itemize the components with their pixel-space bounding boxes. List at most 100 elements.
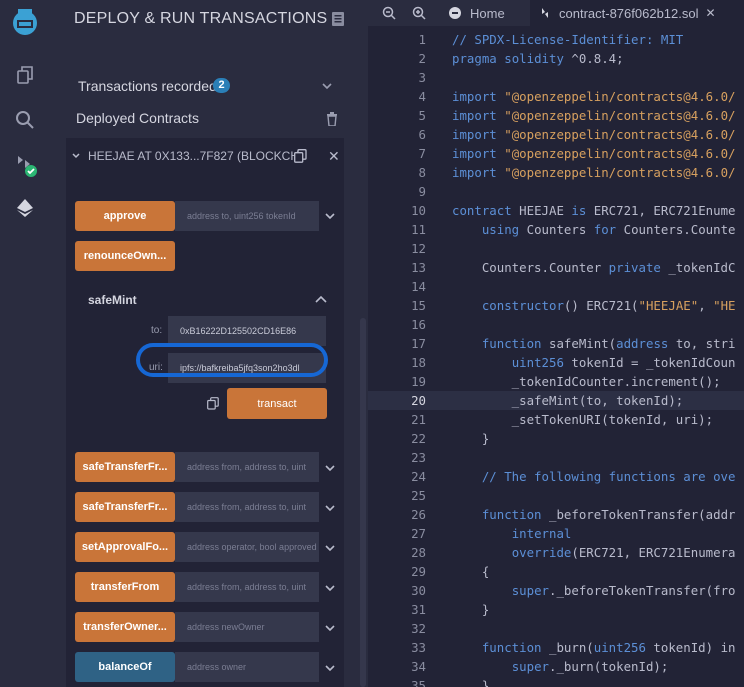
solidity-compiler-icon[interactable]	[0, 145, 50, 185]
chevron-down-icon[interactable]	[325, 504, 335, 512]
transfer-from-button[interactable]: transferFrom	[75, 572, 175, 602]
code-line[interactable]: 4 import "@openzeppelin/contracts@4.6.0/	[368, 87, 744, 106]
transactions-recorded-label[interactable]: Transactions recorded	[78, 78, 217, 94]
renounce-ownership-button[interactable]: renounceOwn...	[75, 241, 175, 271]
chevron-down-icon[interactable]	[325, 544, 335, 552]
code-line[interactable]: 5 import "@openzeppelin/contracts@4.6.0/	[368, 106, 744, 125]
code-line[interactable]: 33 function _burn(uint256 tokenId) in	[368, 638, 744, 657]
code-line[interactable]: 13 Counters.Counter private _tokenIdC	[368, 258, 744, 277]
chevron-down-icon[interactable]	[72, 152, 80, 160]
code-line[interactable]: 30 super._beforeTokenTransfer(fro	[368, 581, 744, 600]
close-tab-icon[interactable]: ✕	[705, 6, 715, 20]
code-line[interactable]: 7 import "@openzeppelin/contracts@4.6.0/	[368, 144, 744, 163]
line-number: 8	[418, 165, 426, 180]
code-line[interactable]: 12	[368, 239, 744, 258]
code-line[interactable]: 9	[368, 182, 744, 201]
code-line[interactable]: 24 // The following functions are ove	[368, 467, 744, 486]
chevron-down-icon[interactable]	[325, 624, 335, 632]
code-line[interactable]: 22 }	[368, 429, 744, 448]
chevron-down-icon[interactable]	[325, 664, 335, 672]
code-text: }	[452, 431, 490, 446]
code-line[interactable]: 29 {	[368, 562, 744, 581]
balance-of-input[interactable]: address owner	[175, 652, 319, 682]
safe-transfer-from-input[interactable]: address from, address to, uint	[175, 492, 319, 522]
safe-transfer-from-input[interactable]: address from, address to, uint	[175, 452, 319, 482]
code-text: }	[452, 602, 490, 617]
code-line[interactable]: 32	[368, 619, 744, 638]
code-line[interactable]: 1 // SPDX-License-Identifier: MIT	[368, 30, 744, 49]
transfer-from-input[interactable]: address from, address to, uint	[175, 572, 319, 602]
code-text: _tokenIdCounter.increment();	[452, 374, 721, 389]
close-icon[interactable]: ✕	[328, 148, 340, 165]
code-line[interactable]: 21 _setTokenURI(tokenId, uri);	[368, 410, 744, 429]
tab-contract-file[interactable]: contract-876f062b12.sol ✕	[530, 0, 744, 26]
set-approval-for-all-button[interactable]: setApprovalFo...	[75, 532, 175, 562]
zoom-in-icon[interactable]	[412, 6, 426, 20]
code-line[interactable]: 23	[368, 448, 744, 467]
safe-transfer-from-button[interactable]: safeTransferFr...	[75, 492, 175, 522]
code-line[interactable]: 11 using Counters for Counters.Counte	[368, 220, 744, 239]
code-line[interactable]: 2 pragma solidity ^0.8.4;	[368, 49, 744, 68]
code-line[interactable]: 35 }	[368, 676, 744, 687]
code-line[interactable]: 8 import "@openzeppelin/contracts@4.6.0/	[368, 163, 744, 182]
line-number: 26	[411, 507, 426, 522]
approve-input[interactable]: address to, uint256 tokenId	[175, 201, 319, 231]
tab-home[interactable]: Home	[440, 0, 530, 26]
transact-button[interactable]: transact	[227, 388, 327, 419]
line-number: 19	[411, 374, 426, 389]
code-line[interactable]: 25	[368, 486, 744, 505]
line-number: 32	[411, 621, 426, 636]
code-line[interactable]: 16	[368, 315, 744, 334]
to-field[interactable]: 0xB16222D125502CD16E86	[168, 316, 326, 346]
contract-name: HEEJAE AT 0X133...7F827 (BLOCKCH	[88, 149, 299, 163]
copy-icon[interactable]	[207, 397, 219, 410]
code-line[interactable]: 34 super._burn(tokenId);	[368, 657, 744, 676]
search-icon[interactable]	[0, 100, 50, 140]
zoom-out-icon[interactable]	[382, 6, 396, 20]
file-explorer-icon[interactable]	[0, 55, 50, 95]
code-line[interactable]: 17 function safeMint(address to, stri	[368, 334, 744, 353]
chevron-down-icon[interactable]	[322, 82, 332, 90]
chevron-down-icon[interactable]	[325, 464, 335, 472]
scrollbar[interactable]	[360, 318, 366, 687]
code-line[interactable]: 19 _tokenIdCounter.increment();	[368, 372, 744, 391]
transfer-ownership-input[interactable]: address newOwner	[175, 612, 319, 642]
code-line[interactable]: 15 constructor() ERC721("HEEJAE", "HE	[368, 296, 744, 315]
balance-of-button[interactable]: balanceOf	[75, 652, 175, 682]
code-line[interactable]: 18 uint256 tokenId = _tokenIdCoun	[368, 353, 744, 372]
line-number: 14	[411, 279, 426, 294]
code-line[interactable]: 26 function _beforeTokenTransfer(addr	[368, 505, 744, 524]
chevron-down-icon[interactable]	[325, 584, 335, 592]
code-line[interactable]: 14	[368, 277, 744, 296]
code-text: uint256 tokenId = _tokenIdCoun	[511, 355, 736, 370]
line-number: 35	[411, 678, 426, 687]
transfer-ownership-button[interactable]: transferOwner...	[75, 612, 175, 642]
code-line[interactable]: 10 contract HEEJAE is ERC721, ERC721Enume	[368, 201, 744, 220]
documentation-icon[interactable]	[332, 12, 344, 26]
remix-logo-icon[interactable]	[0, 2, 50, 42]
code-line[interactable]: 31 }	[368, 600, 744, 619]
code-line[interactable]: 6 import "@openzeppelin/contracts@4.6.0/	[368, 125, 744, 144]
chevron-up-icon[interactable]	[315, 296, 327, 304]
trash-icon[interactable]	[326, 112, 338, 126]
code-line[interactable]: 3	[368, 68, 744, 87]
code-line[interactable]: 28 override(ERC721, ERC721Enumera	[368, 543, 744, 562]
set-approval-for-all-input[interactable]: address operator, bool approved	[175, 532, 319, 562]
line-number: 20	[411, 393, 426, 408]
line-number: 23	[411, 450, 426, 465]
code-text: {	[452, 564, 490, 579]
approve-button[interactable]: approve	[75, 201, 175, 231]
deploy-run-icon[interactable]	[0, 188, 50, 228]
copy-icon[interactable]	[294, 149, 307, 163]
line-number: 2	[418, 51, 426, 66]
code-text: import "@openzeppelin/contracts@4.6.0/	[452, 146, 736, 161]
code-line[interactable]: 27 internal	[368, 524, 744, 543]
line-number: 22	[411, 431, 426, 446]
deployed-contracts-label: Deployed Contracts	[76, 110, 199, 126]
line-number: 28	[411, 545, 426, 560]
code-line[interactable]: 20 _safeMint(to, tokenId);	[368, 391, 744, 410]
deployed-contract-header[interactable]: HEEJAE AT 0X133...7F827 (BLOCKCH ✕	[66, 138, 344, 174]
safe-transfer-from-button[interactable]: safeTransferFr...	[75, 452, 175, 482]
chevron-down-icon[interactable]	[325, 212, 335, 220]
remix-home-icon	[449, 7, 461, 19]
